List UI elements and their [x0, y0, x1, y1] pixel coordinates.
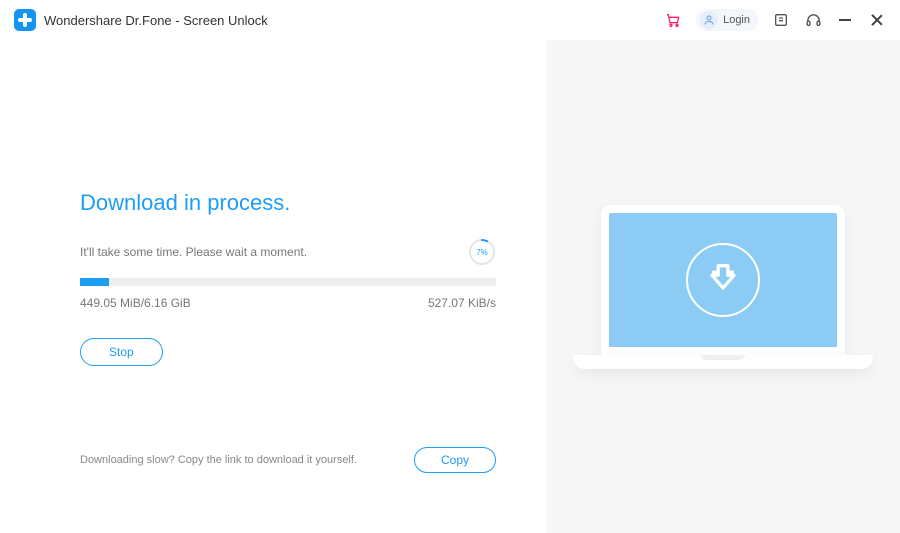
user-icon	[700, 11, 718, 29]
login-label: Login	[723, 14, 750, 26]
progress-subtitle: It'll take some time. Please wait a mome…	[80, 245, 307, 259]
content: Download in process. It'll take some tim…	[0, 40, 900, 533]
progress-percent-circle: 7%	[468, 238, 496, 266]
download-speed: 527.07 KiB/s	[428, 296, 496, 310]
download-arrow-icon	[686, 243, 760, 317]
titlebar: Wondershare Dr.Fone - Screen Unlock Logi…	[0, 0, 900, 40]
app-logo	[14, 9, 36, 31]
support-icon[interactable]	[804, 11, 822, 29]
login-button[interactable]: Login	[696, 9, 758, 31]
laptop-illustration	[573, 205, 873, 369]
progress-bar	[80, 278, 496, 286]
illustration-panel	[546, 40, 900, 533]
page-heading: Download in process.	[80, 190, 496, 216]
progress-fill	[80, 278, 109, 286]
minimize-button[interactable]	[836, 11, 854, 29]
cart-icon[interactable]	[664, 11, 682, 29]
download-size: 449.05 MiB/6.16 GiB	[80, 296, 191, 310]
feedback-icon[interactable]	[772, 11, 790, 29]
app-title: Wondershare Dr.Fone - Screen Unlock	[44, 13, 268, 28]
main-panel: Download in process. It'll take some tim…	[0, 40, 546, 533]
slow-download-hint: Downloading slow? Copy the link to downl…	[80, 454, 357, 466]
close-button[interactable]	[868, 11, 886, 29]
progress-percent-label: 7%	[468, 238, 496, 266]
stop-button[interactable]: Stop	[80, 338, 163, 366]
copy-link-button[interactable]: Copy	[414, 447, 496, 473]
